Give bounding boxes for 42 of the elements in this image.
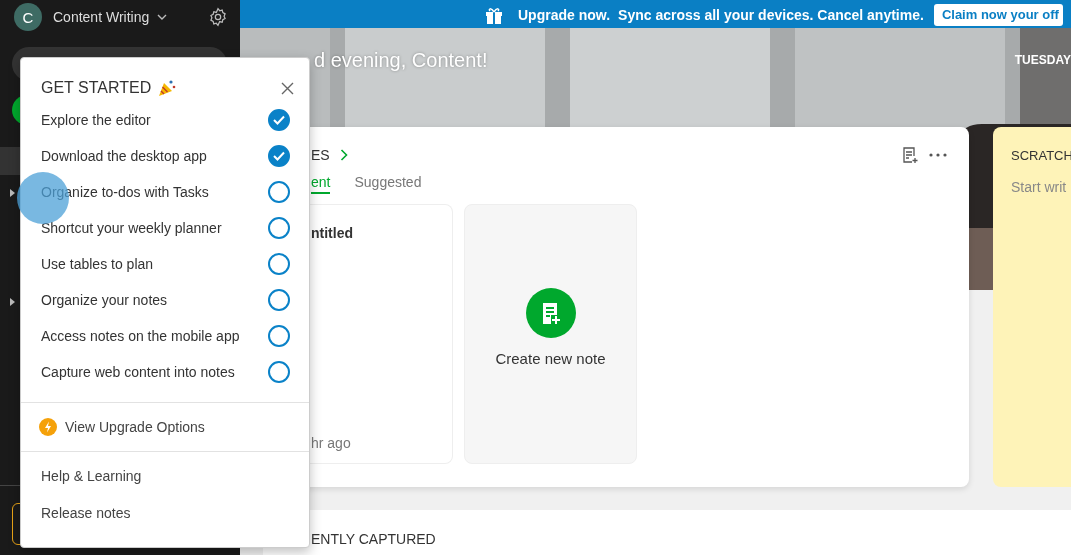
task-checkbox[interactable] — [268, 324, 290, 347]
task-checkbox[interactable] — [268, 360, 290, 383]
task-checkbox[interactable] — [268, 108, 290, 131]
widget-title: SCRATCH — [1011, 148, 1071, 163]
widget-title[interactable]: ES — [311, 147, 330, 163]
create-note-card[interactable]: Create new note — [464, 204, 637, 464]
note-time: hr ago — [311, 435, 352, 451]
task-checkbox[interactable] — [268, 252, 290, 275]
caret-icon[interactable] — [10, 189, 15, 197]
task-checkbox[interactable] — [268, 216, 290, 239]
avatar[interactable]: C — [14, 3, 42, 31]
menu-link[interactable]: Help & Learning — [41, 458, 142, 495]
checkmark-icon — [273, 150, 285, 161]
date-label: TUESDAY — [1014, 53, 1071, 67]
scratch-input[interactable]: Start writ — [1011, 179, 1071, 199]
section-title: ENTLY CAPTURED — [311, 531, 436, 547]
menu-link[interactable]: Release notes — [41, 495, 131, 532]
banner-lead: Upgrade now. — [518, 6, 611, 23]
task-checkbox[interactable] — [268, 180, 290, 203]
tab[interactable]: Suggested — [354, 174, 422, 194]
popup-title: GET STARTED — [41, 79, 152, 97]
task-checkbox[interactable] — [268, 144, 290, 167]
chevron-right-icon[interactable] — [339, 149, 348, 161]
checkmark-icon — [273, 114, 285, 125]
upgrade-link[interactable]: View Upgrade Options — [21, 403, 309, 451]
task-checkbox[interactable] — [268, 288, 290, 311]
close-icon[interactable] — [281, 81, 294, 95]
account-name[interactable]: Content Writing — [53, 9, 150, 25]
new-note-icon — [525, 288, 576, 338]
caret-icon[interactable] — [10, 298, 15, 306]
lightning-icon — [39, 418, 57, 436]
task-item[interactable]: Download the desktop app — [21, 137, 309, 174]
new-note-icon[interactable] — [901, 146, 919, 164]
claim-button[interactable]: Claim now your off — [933, 3, 1063, 26]
note-title: ntitled — [311, 225, 354, 241]
more-icon[interactable] — [929, 153, 947, 157]
settings-icon[interactable] — [208, 7, 228, 27]
party-popper-icon — [157, 78, 178, 98]
banner-message: Sync across all your devices. Cancel anytime. — [618, 6, 924, 23]
create-note-label: Create new note — [495, 350, 606, 367]
task-item[interactable]: Explore the editor — [21, 101, 309, 138]
chevron-down-icon[interactable] — [157, 14, 168, 20]
